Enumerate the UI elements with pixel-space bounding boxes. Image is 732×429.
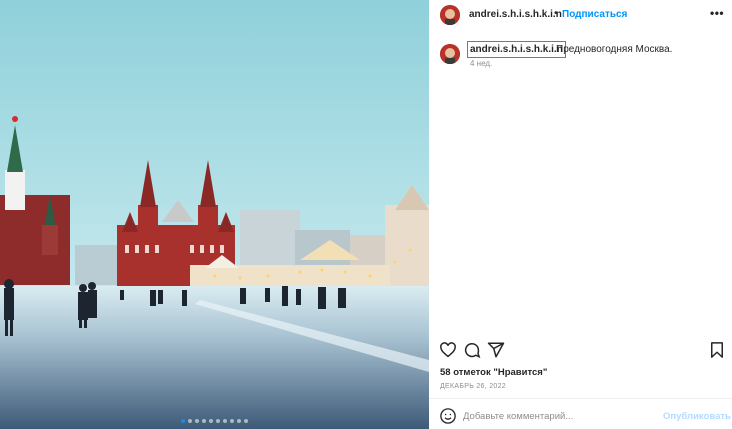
carousel-dot[interactable] <box>181 419 185 423</box>
caption-username[interactable]: andrei.s.h.i.s.h.k.i.n <box>467 41 566 58</box>
post-author-username[interactable]: andrei.s.h.i.s.h.k.i.n <box>469 9 562 20</box>
avatar[interactable] <box>440 5 460 25</box>
caption-row: andrei.s.h.i.s.h.k.i.n Предновогодняя Мо… <box>429 36 732 72</box>
paper-plane-icon[interactable] <box>487 341 505 359</box>
comment-form: Опубликовать <box>429 403 732 429</box>
more-dots-icon[interactable]: ••• <box>710 6 724 20</box>
action-bar <box>429 338 732 362</box>
follow-button[interactable]: Подписаться <box>562 9 627 20</box>
caption-avatar[interactable] <box>440 44 460 64</box>
post-header: andrei.s.h.i.s.h.k.i.n • Подписаться ••• <box>429 0 732 32</box>
likes-count[interactable]: 58 отметок "Нравится" <box>440 367 547 378</box>
heart-icon[interactable] <box>439 341 457 359</box>
carousel-dot[interactable] <box>230 419 234 423</box>
post-photo[interactable] <box>0 0 429 429</box>
header-separator: • <box>554 8 558 19</box>
red-square-winter-photo <box>0 0 429 429</box>
publish-button[interactable]: Опубликовать <box>663 411 731 422</box>
carousel-dot[interactable] <box>195 419 199 423</box>
divider <box>429 398 732 399</box>
post-panel: andrei.s.h.i.s.h.k.i.n • Подписаться •••… <box>429 0 732 429</box>
smiley-icon[interactable] <box>439 407 457 425</box>
caption-time[interactable]: 4 нед. <box>470 59 492 68</box>
carousel-dot[interactable] <box>223 419 227 423</box>
bookmark-icon[interactable] <box>708 341 726 359</box>
caption-text: Предновогодняя Москва. <box>556 44 673 55</box>
comment-bubble-icon[interactable] <box>463 341 481 359</box>
comment-input[interactable] <box>463 407 653 425</box>
carousel-dot[interactable] <box>202 419 206 423</box>
carousel-dot[interactable] <box>237 419 241 423</box>
carousel-dot[interactable] <box>216 419 220 423</box>
carousel-dots <box>0 419 429 423</box>
post-date: ДЕКАБРЬ 26, 2022 <box>440 383 507 390</box>
carousel-dot[interactable] <box>209 419 213 423</box>
carousel-dot[interactable] <box>188 419 192 423</box>
carousel-dot[interactable] <box>244 419 248 423</box>
